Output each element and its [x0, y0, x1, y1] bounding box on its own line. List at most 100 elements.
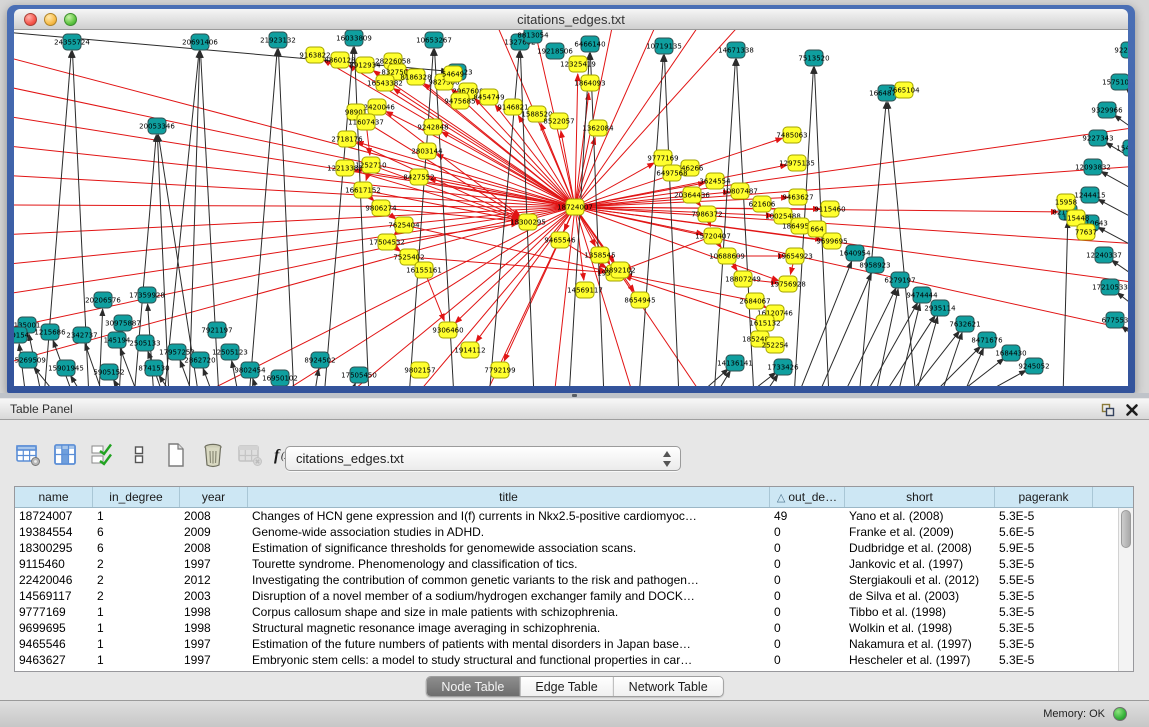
cell-in_degree: 1 — [93, 620, 180, 636]
cell-pagerank: 5.3E-5 — [995, 508, 1093, 524]
graph-node-label: 14136141 — [717, 360, 753, 368]
table-column-button[interactable] — [51, 442, 79, 470]
column-header-out_degree[interactable]: △out_de… — [770, 487, 845, 507]
tab-network-table[interactable]: Network Table — [613, 677, 723, 696]
close-panel-icon[interactable] — [1125, 403, 1139, 417]
float-panel-icon[interactable] — [1101, 403, 1115, 417]
cell-in_degree: 1 — [93, 636, 180, 652]
cell-title: Genome-wide association studies in ADHD. — [248, 524, 770, 540]
graph-node-label: 1684430 — [995, 350, 1026, 358]
cell-name: 19384554 — [15, 524, 93, 540]
table-row[interactable]: 969969511998Structural magnetic resonanc… — [15, 620, 1133, 636]
table-row[interactable]: 2242004622012Investigating the contribut… — [15, 572, 1133, 588]
graph-node-label: 14569117 — [567, 287, 603, 295]
cell-year: 2012 — [180, 572, 248, 588]
column-header-in_degree[interactable]: in_degree — [93, 487, 180, 507]
graph-node-label: 20053346 — [139, 123, 175, 131]
network-graph-canvas[interactable]: 2435572420691406219231321603380910653267… — [14, 30, 1128, 386]
table-row[interactable]: 946362711997Embryonic stem cells: a mode… — [15, 652, 1133, 668]
scrollbar-thumb[interactable] — [1121, 510, 1131, 548]
graph-node-label: 19218506 — [537, 48, 573, 56]
cell-name: 9777169 — [15, 604, 93, 620]
graph-node-label: 1549949 — [1116, 145, 1128, 153]
new-table-icon — [165, 442, 187, 471]
column-header-short[interactable]: short — [845, 487, 995, 507]
cell-name: 18300295 — [15, 540, 93, 556]
graph-node-label: 1864093 — [574, 80, 605, 88]
graph-node-label: 9806274 — [365, 205, 397, 213]
graph-node-label: 7525402 — [393, 254, 424, 262]
cell-out_degree: 49 — [770, 508, 845, 524]
delete-table-button[interactable] — [199, 442, 227, 470]
cell-out_degree: 0 — [770, 556, 845, 572]
cell-short: Nakamura et al. (1997) — [845, 636, 995, 652]
cell-out_degree: 0 — [770, 620, 845, 636]
column-header-title[interactable]: title — [248, 487, 770, 507]
window-titlebar[interactable]: citations_edges.txt — [14, 9, 1128, 30]
vertical-scrollbar[interactable] — [1118, 508, 1133, 671]
graph-node-label: 7513520 — [798, 55, 829, 63]
table-panel-body: f(x) citations_edges.txt namein_degreeye… — [0, 420, 1149, 700]
graph-node-label: 252254 — [762, 342, 789, 350]
cell-out_degree: 0 — [770, 572, 845, 588]
cell-pagerank: 5.3E-5 — [995, 652, 1093, 668]
column-header-year[interactable]: year — [180, 487, 248, 507]
graph-node-label: 1215686 — [34, 329, 66, 337]
table-row[interactable]: 1456911722003Disruption of a novel membe… — [15, 588, 1133, 604]
cell-pagerank: 5.3E-5 — [995, 604, 1093, 620]
table-toolbar: f(x) — [14, 440, 301, 472]
table-row[interactable]: 911546021997Tourette syndrome. Phenomeno… — [15, 556, 1133, 572]
cell-title: Embryonic stem cells: a model to study s… — [248, 652, 770, 668]
row-selection-button[interactable] — [88, 442, 116, 470]
cell-out_degree: 0 — [770, 652, 845, 668]
splitter-handle-icon — [572, 394, 577, 397]
graph-node-label: 20364436 — [674, 192, 710, 200]
cell-pagerank: 5.9E-5 — [995, 540, 1093, 556]
column-header-pagerank[interactable]: pagerank — [995, 487, 1093, 507]
rows-button[interactable] — [125, 442, 153, 470]
graph-node-label: 19654923 — [777, 253, 813, 261]
new-table-button[interactable] — [162, 442, 190, 470]
graph-node-label: 115448 — [1063, 215, 1090, 223]
graph-node-label: 8471676 — [971, 337, 1003, 345]
table-row[interactable]: 977716911998Corpus callosum shape and si… — [15, 604, 1133, 620]
cell-short: Stergiakouli et al. (2012) — [845, 572, 995, 588]
graph-node-label: 6497568 — [656, 170, 687, 178]
column-header-name[interactable]: name — [15, 487, 93, 507]
table-type-tabs: Node TableEdge TableNetwork Table — [425, 676, 723, 697]
graph-node-label: 15958 — [1055, 199, 1077, 207]
graph-node-label: 17505450 — [341, 372, 377, 380]
tab-node-table[interactable]: Node Table — [426, 677, 519, 696]
graph-node-label: 6279197 — [884, 277, 915, 285]
tab-edge-table[interactable]: Edge Table — [519, 677, 612, 696]
cell-title: Estimation of significance thresholds fo… — [248, 540, 770, 556]
graph-node-label: 9465546 — [544, 237, 576, 245]
cell-year: 1998 — [180, 604, 248, 620]
table-selector-dropdown[interactable]: citations_edges.txt — [285, 446, 681, 471]
table-row[interactable]: 1938455462009Genome-wide association stu… — [15, 524, 1133, 540]
graph-node-label: 12325419 — [560, 61, 596, 69]
graph-node-label: 17957253 — [159, 349, 195, 357]
graph-node-label: 9474444 — [906, 292, 938, 300]
cell-name: 9465546 — [15, 636, 93, 652]
delete-table-icon — [201, 442, 225, 471]
table-row[interactable]: 1872400712008Changes of HCN gene express… — [15, 508, 1133, 524]
table-header-row: namein_degreeyeartitle△out_de…shortpager… — [15, 487, 1133, 508]
graph-node-label: 2684067 — [739, 298, 770, 306]
table-row[interactable]: 946554611997Estimation of the future num… — [15, 636, 1133, 652]
graph-node-label: 8427552 — [403, 174, 434, 182]
graph-node-label: 8924502 — [304, 357, 335, 365]
cell-title: Changes of HCN gene expression and I(f) … — [248, 508, 770, 524]
network-view-window[interactable]: citations_edges.txt 24355724206914062192… — [7, 5, 1135, 393]
table-settings-icon — [16, 443, 41, 470]
graph-node-label: 21923132 — [260, 37, 296, 45]
graph-node-label: 9475685 — [444, 98, 475, 106]
table-settings-button[interactable] — [14, 442, 42, 470]
rows-icon — [132, 443, 146, 470]
cell-name: 18724007 — [15, 508, 93, 524]
table-row[interactable]: 1830029562008Estimation of significance … — [15, 540, 1133, 556]
graph-node-label: 8454749 — [473, 94, 504, 102]
cell-title: Corpus callosum shape and size in male p… — [248, 604, 770, 620]
graph-node-label: 1244415 — [1074, 192, 1105, 200]
graph-node-label: 5905152 — [93, 369, 124, 377]
